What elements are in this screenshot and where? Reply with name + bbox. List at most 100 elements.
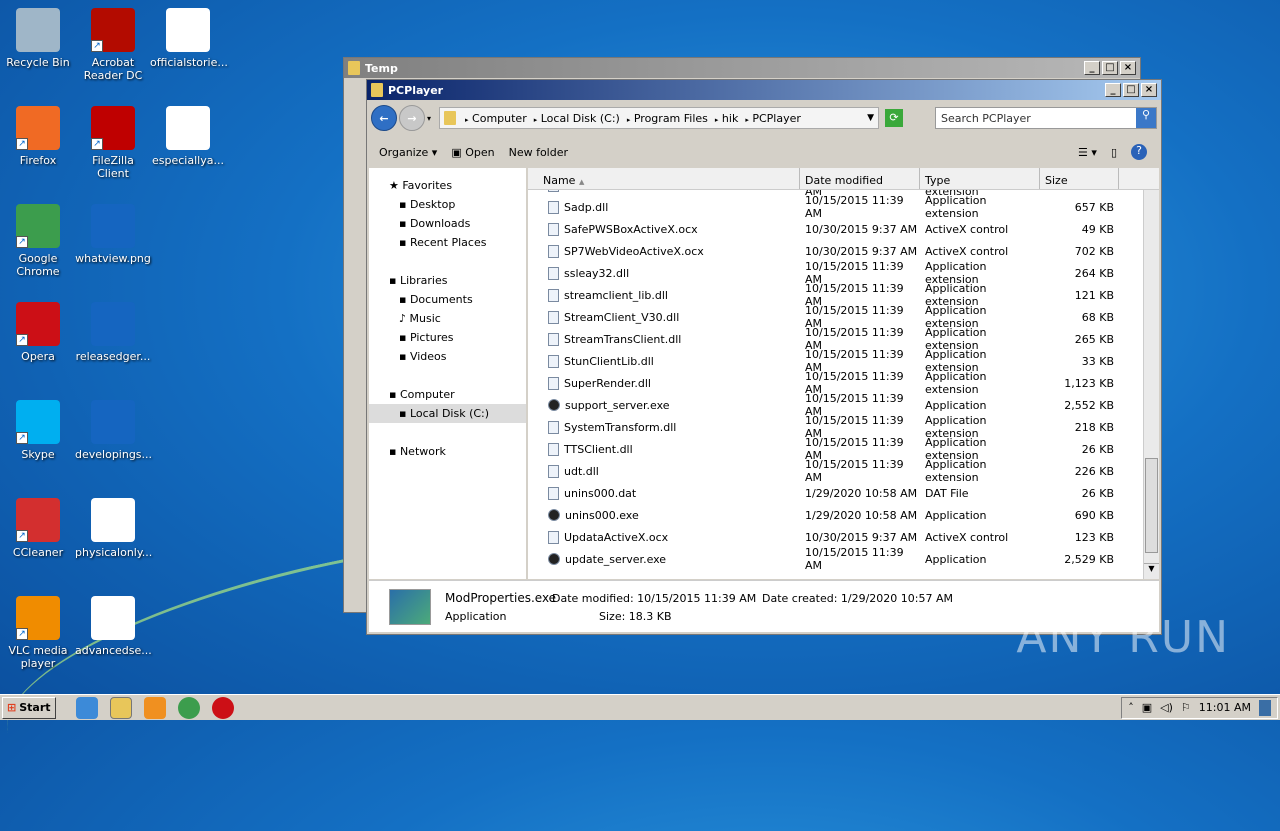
file-row[interactable]: UpdataActiveX.ocx 10/30/2015 9:37 AM Activ… <box>528 526 1143 548</box>
file-row[interactable]: Sadp.dll 10/15/2015 11:39 AM Application e… <box>528 194 1143 220</box>
search-input[interactable]: Search PCPlayer ⚲ <box>935 107 1157 129</box>
preview-pane-icon[interactable]: ▯ <box>1111 146 1117 159</box>
column-size[interactable]: Size <box>1040 168 1119 189</box>
nav-libraries[interactable]: ▪ Libraries <box>369 271 526 290</box>
file-row[interactable]: StreamTransClient.dll 10/15/2015 11:39 AM… <box>528 326 1143 352</box>
maximize-button[interactable]: □ <box>1102 61 1118 75</box>
desktop-icon[interactable]: ↗ VLC media player <box>0 596 76 670</box>
file-row[interactable]: unins000.dat 1/29/2020 10:58 AM DAT File 26… <box>528 482 1143 504</box>
view-options-icon[interactable]: ☰ ▾ <box>1078 146 1097 159</box>
internet-explorer-icon[interactable] <box>75 696 98 719</box>
nav-downloads[interactable]: ▪ Downloads <box>369 214 526 233</box>
nav-documents[interactable]: ▪ Documents <box>369 290 526 309</box>
open-button[interactable]: ▣ Open <box>451 146 494 159</box>
breadcrumb-item[interactable]: ▸ hik <box>715 112 745 125</box>
desktop-icon[interactable]: ↗ Google Chrome <box>0 204 76 278</box>
desktop-icon[interactable]: especiallya... <box>150 106 226 167</box>
desktop-icon[interactable]: ↗ Acrobat Reader DC <box>75 8 151 82</box>
column-name[interactable]: Name ▲ <box>528 168 800 189</box>
explorer-taskbar-icon[interactable] <box>109 696 132 719</box>
file-row[interactable]: ssleay32.dll 10/15/2015 11:39 AM Applicati… <box>528 260 1143 286</box>
file-list[interactable]: Name ▲ Date modified Type Size RTSPClien… <box>528 168 1159 579</box>
file-icon <box>548 399 560 411</box>
desktop-icon[interactable]: whatview.png <box>75 204 151 265</box>
pcplayer-window[interactable]: PCPlayer _ □ × ← → ▾ ▸ Computer ▸ Local Di… <box>366 79 1162 635</box>
recent-pages-chevron-icon[interactable]: ▾ <box>427 114 431 123</box>
nav-desktop[interactable]: ▪ Desktop <box>369 195 526 214</box>
desktop-icon-label: developings... <box>75 448 153 461</box>
desktop-icon[interactable]: advancedse... <box>75 596 152 657</box>
file-row[interactable]: TTSClient.dll 10/15/2015 11:39 AM Applicat… <box>528 436 1143 462</box>
network-icon[interactable]: ▣ <box>1142 701 1152 714</box>
desktop-icon[interactable]: ↗ CCleaner <box>0 498 76 559</box>
file-name: unins000.dat <box>564 486 637 500</box>
file-row[interactable]: support_server.exe 10/15/2015 11:39 AM App… <box>528 392 1143 418</box>
vertical-scrollbar[interactable]: ▲ ▼ <box>1143 168 1159 579</box>
desktop-icon[interactable]: ↗ Opera <box>0 302 76 363</box>
forward-button[interactable]: → <box>399 105 425 131</box>
file-row[interactable]: SafePWSBoxActiveX.ocx 10/30/2015 9:37 AM A… <box>528 218 1143 240</box>
nav-recent-places[interactable]: ▪ Recent Places <box>369 233 526 252</box>
file-row[interactable]: StreamClient_V30.dll 10/15/2015 11:39 AM A… <box>528 304 1143 330</box>
column-date[interactable]: Date modified <box>800 168 920 189</box>
show-desktop-button[interactable] <box>1259 699 1271 716</box>
action-center-flag-icon[interactable]: ⚐ <box>1181 701 1191 714</box>
nav-favorites[interactable]: ★ Favorites <box>369 176 526 195</box>
desktop-icon[interactable]: ↗ Skype <box>0 400 76 461</box>
refresh-icon[interactable]: ⟳ <box>885 109 904 127</box>
file-row[interactable]: udt.dll 10/15/2015 11:39 AM Application ex… <box>528 458 1143 484</box>
desktop-icon[interactable]: ↗ FileZilla Client <box>75 106 151 180</box>
organize-button[interactable]: Organize ▾ <box>379 146 437 159</box>
show-hidden-icons[interactable]: ˄ <box>1128 701 1134 714</box>
close-button[interactable]: × <box>1120 61 1136 75</box>
media-player-icon[interactable] <box>143 696 166 719</box>
minimize-button[interactable]: _ <box>1084 61 1100 75</box>
desktop-icon[interactable]: developings... <box>75 400 153 461</box>
file-row[interactable]: SuperRender.dll 10/15/2015 11:39 AM Applic… <box>528 370 1143 396</box>
back-button[interactable]: ← <box>371 105 397 131</box>
address-dropdown-icon[interactable]: ▼ <box>867 113 874 123</box>
breadcrumb-item[interactable]: ▸ Computer <box>465 112 534 125</box>
help-icon[interactable]: ? <box>1131 144 1147 160</box>
desktop-icon[interactable]: ↗ Firefox <box>0 106 76 167</box>
nav-videos[interactable]: ▪ Videos <box>369 347 526 366</box>
nav-music[interactable]: ♪ Music <box>369 309 526 328</box>
temp-title-bar[interactable]: Temp _ □ × <box>344 58 1140 78</box>
desktop-icon-label: CCleaner <box>12 546 64 559</box>
search-icon[interactable]: ⚲ <box>1136 108 1156 128</box>
nav-network[interactable]: ▪ Network <box>369 442 526 461</box>
column-type[interactable]: Type <box>920 168 1040 189</box>
breadcrumb[interactable]: ▸ Computer ▸ Local Disk (C:) ▸ Program F… <box>439 107 880 129</box>
desktop-icon-label: Firefox <box>19 154 57 167</box>
title-bar[interactable]: PCPlayer _ □ × <box>367 80 1161 100</box>
chrome-taskbar-icon[interactable] <box>177 696 200 719</box>
nav-computer[interactable]: ▪ Computer <box>369 385 526 404</box>
scroll-thumb[interactable] <box>1145 458 1158 553</box>
desktop-icon[interactable]: physicalonly... <box>75 498 152 559</box>
desktop-icon[interactable]: releasedger... <box>75 302 151 363</box>
breadcrumb-item[interactable]: ▸ Local Disk (C:) <box>534 112 627 125</box>
desktop-icon[interactable]: Recycle Bin <box>0 8 76 69</box>
file-row[interactable]: SP7WebVideoActiveX.ocx 10/30/2015 9:37 AM… <box>528 240 1143 262</box>
file-row[interactable]: streamclient_lib.dll 10/15/2015 11:39 AM A… <box>528 282 1143 308</box>
breadcrumb-item[interactable]: ▸ PCPlayer <box>745 112 804 125</box>
file-row[interactable]: StunClientLib.dll 10/15/2015 11:39 AM Appl… <box>528 348 1143 374</box>
file-row[interactable]: unins000.exe 1/29/2020 10:58 AM Applicatio… <box>528 504 1143 526</box>
nav-pictures[interactable]: ▪ Pictures <box>369 328 526 347</box>
scroll-down-button[interactable]: ▼ <box>1144 563 1159 579</box>
clock[interactable]: 11:01 AM <box>1199 701 1251 714</box>
desktop-icon[interactable]: officialstorie... <box>150 8 228 69</box>
file-row[interactable]: SystemTransform.dll 10/15/2015 11:39 AM Ap… <box>528 414 1143 440</box>
file-name: unins000.exe <box>565 508 639 522</box>
file-name: SuperRender.dll <box>564 376 651 390</box>
maximize-button[interactable]: □ <box>1123 83 1139 97</box>
opera-taskbar-icon[interactable] <box>211 696 234 719</box>
start-button[interactable]: ⊞ Start <box>2 696 56 719</box>
breadcrumb-item[interactable]: ▸ Program Files <box>627 112 715 125</box>
close-button[interactable]: × <box>1141 83 1157 97</box>
nav-local-disk[interactable]: ▪ Local Disk (C:) <box>369 404 526 423</box>
file-row[interactable]: update_server.exe 10/15/2015 11:39 AM Appl… <box>528 546 1143 572</box>
volume-icon[interactable]: ◁) <box>1160 701 1173 714</box>
minimize-button[interactable]: _ <box>1105 83 1121 97</box>
new-folder-button[interactable]: New folder <box>509 146 568 159</box>
